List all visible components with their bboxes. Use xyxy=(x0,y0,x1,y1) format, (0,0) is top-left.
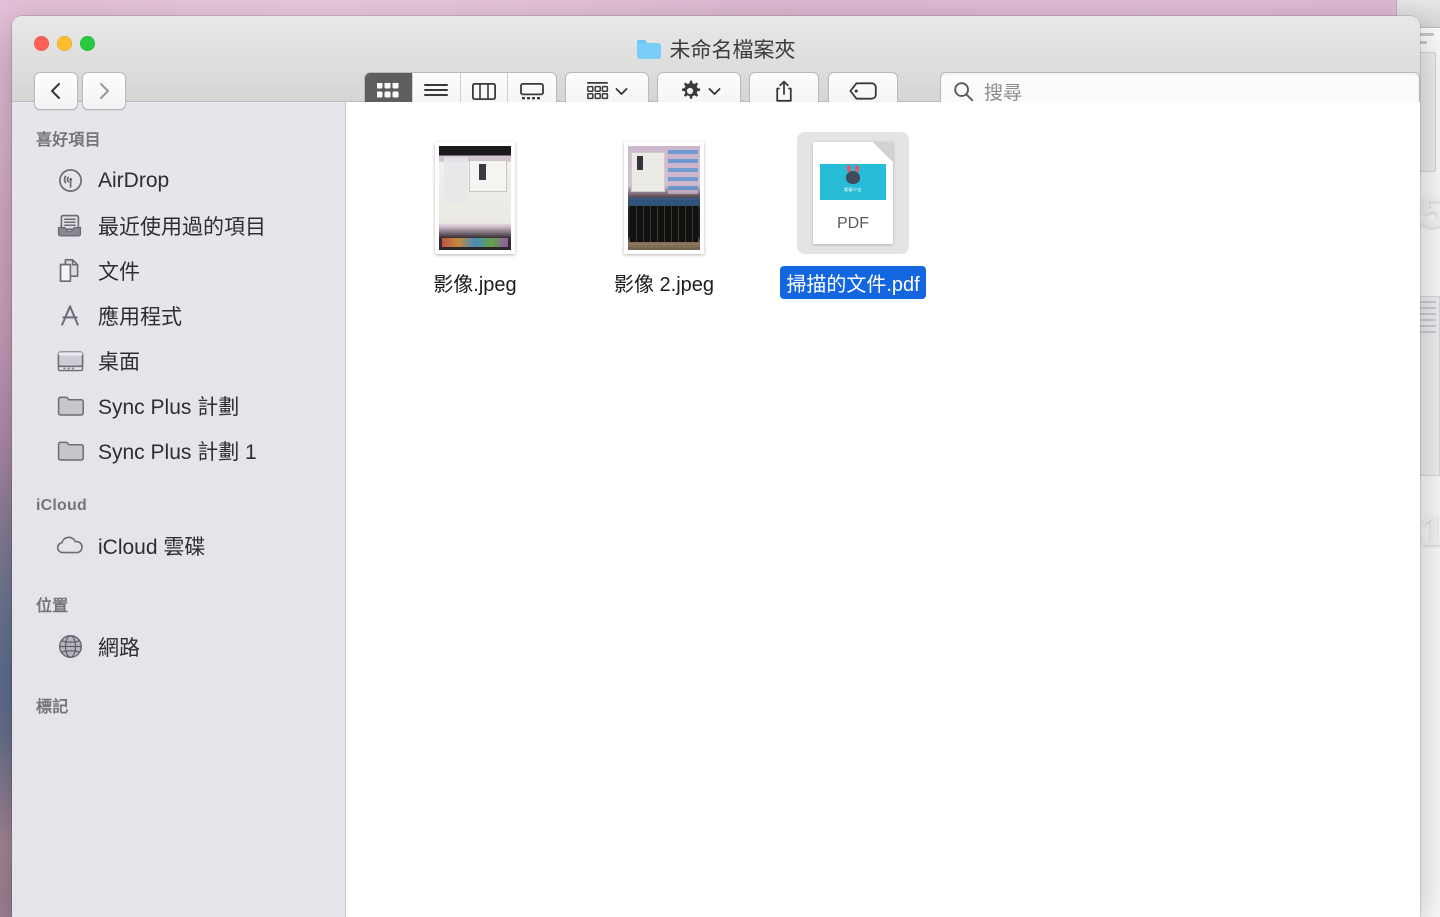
file-label: 影像.jpeg xyxy=(433,274,517,296)
sidebar-section-locations-header: 位置 xyxy=(36,598,69,615)
gear-icon xyxy=(681,80,700,99)
sidebar-item-documents[interactable]: 文件 xyxy=(12,248,345,293)
sidebar-section-tags-header: 標記 xyxy=(36,699,69,716)
window-title: 未命名檔案夾 xyxy=(12,34,1420,64)
sidebar-item-icloud-drive[interactable]: iCloud 雲碟 xyxy=(12,523,345,568)
file-label: 影像 2.jpeg xyxy=(613,274,715,296)
finder-body: 喜好項目 AirDrop 最近使用過的項目 文件 應用程式 桌面 Sync Pl… xyxy=(12,102,1420,917)
file-item[interactable]: 影像 2.jpeg xyxy=(595,130,733,299)
sidebar-item-label: 網路 xyxy=(98,636,140,660)
forward-button[interactable] xyxy=(82,72,126,110)
close-button[interactable] xyxy=(34,36,49,51)
photo-thumbnail xyxy=(624,142,704,254)
chevron-down-icon xyxy=(615,87,627,95)
traffic-lights xyxy=(34,36,95,51)
finder-window[interactable]: 未命名檔案夾 搜尋 喜好項目 AirDrop 最近使用過的項目 文件 應用程式 … xyxy=(12,16,1420,917)
pdf-selection-background: 電圖少女 PDF xyxy=(797,132,909,254)
folder-icon xyxy=(56,438,84,464)
chevron-down-icon xyxy=(708,87,720,95)
character-ears xyxy=(847,165,859,172)
file-grid-area[interactable]: 影像.jpeg 影像 2.jpeg 電圖少女 PDF 掃描的文件.pdf xyxy=(346,102,1420,917)
sidebar-item-label: 最近使用過的項目 xyxy=(98,215,266,239)
cloud-icon xyxy=(56,533,84,559)
pdf-document-icon: 電圖少女 PDF xyxy=(813,142,893,244)
sidebar-item-recents[interactable]: 最近使用過的項目 xyxy=(12,203,345,248)
pdf-preview-banner: 電圖少女 xyxy=(820,164,886,200)
applications-icon xyxy=(56,303,84,329)
window-title-text: 未命名檔案夾 xyxy=(669,39,796,62)
sidebar-item-applications[interactable]: 應用程式 xyxy=(12,293,345,338)
sidebar-item-label: 應用程式 xyxy=(98,305,182,329)
sidebar-item-label: 桌面 xyxy=(98,350,140,374)
tag-icon xyxy=(849,82,877,100)
grid-sort-icon xyxy=(586,82,608,100)
maximize-button[interactable] xyxy=(80,36,95,51)
file-grid: 影像.jpeg 影像 2.jpeg 電圖少女 PDF 掃描的文件.pdf xyxy=(346,102,1420,299)
sidebar-item-desktop[interactable]: 桌面 xyxy=(12,338,345,383)
recents-icon xyxy=(56,213,84,239)
documents-icon xyxy=(56,258,84,284)
desktop-icon xyxy=(56,348,84,374)
character-face xyxy=(846,165,860,184)
sidebar-item-label: Sync Plus 計劃 1 xyxy=(98,440,257,464)
photo-thumbnail xyxy=(435,142,515,254)
file-thumbnail xyxy=(435,130,515,254)
sidebar-item-network[interactable]: 網路 xyxy=(12,624,345,669)
share-icon xyxy=(776,80,792,102)
list-icon xyxy=(424,84,449,96)
sidebar-item-sync-plus-plan-1[interactable]: Sync Plus 計劃 1 xyxy=(12,428,345,473)
chevron-left-icon xyxy=(50,82,61,100)
file-thumbnail xyxy=(624,130,704,254)
gallery-icon xyxy=(520,82,545,99)
sidebar-section-icloud-header: iCloud xyxy=(36,497,87,514)
sidebar-item-airdrop[interactable]: AirDrop xyxy=(12,158,345,203)
pdf-badge: PDF xyxy=(837,215,869,232)
pdf-preview-caption: 電圖少女 xyxy=(844,187,862,192)
grid-icon xyxy=(377,83,399,98)
search-icon xyxy=(954,81,974,101)
folder-icon xyxy=(56,393,84,419)
sidebar-item-label: 文件 xyxy=(98,260,140,284)
chevron-right-icon xyxy=(99,82,110,100)
file-thumbnail: 電圖少女 PDF xyxy=(797,130,909,254)
back-button[interactable] xyxy=(34,72,78,110)
page-fold-corner xyxy=(873,142,893,162)
airdrop-icon xyxy=(56,168,84,194)
sidebar-item-label: AirDrop xyxy=(98,168,170,192)
navigation-buttons xyxy=(34,72,126,110)
search-placeholder: 搜尋 xyxy=(984,82,1023,104)
file-label: 掃描的文件.pdf xyxy=(780,266,926,299)
finder-sidebar[interactable]: 喜好項目 AirDrop 最近使用過的項目 文件 應用程式 桌面 Sync Pl… xyxy=(12,102,346,917)
finder-toolbar: 未命名檔案夾 搜尋 xyxy=(12,16,1420,110)
sidebar-item-sync-plus-plan[interactable]: Sync Plus 計劃 xyxy=(12,383,345,428)
file-item[interactable]: 電圖少女 PDF 掃描的文件.pdf xyxy=(780,130,926,299)
file-item[interactable]: 影像.jpeg xyxy=(406,130,544,299)
columns-icon xyxy=(471,82,496,100)
minimize-button[interactable] xyxy=(57,36,72,51)
network-globe-icon xyxy=(56,634,84,660)
blue-folder-icon xyxy=(636,39,661,59)
sidebar-item-label: Sync Plus 計劃 xyxy=(98,395,240,419)
sidebar-item-label: iCloud 雲碟 xyxy=(98,535,206,559)
sidebar-section-favorites-header: 喜好項目 xyxy=(36,132,101,149)
